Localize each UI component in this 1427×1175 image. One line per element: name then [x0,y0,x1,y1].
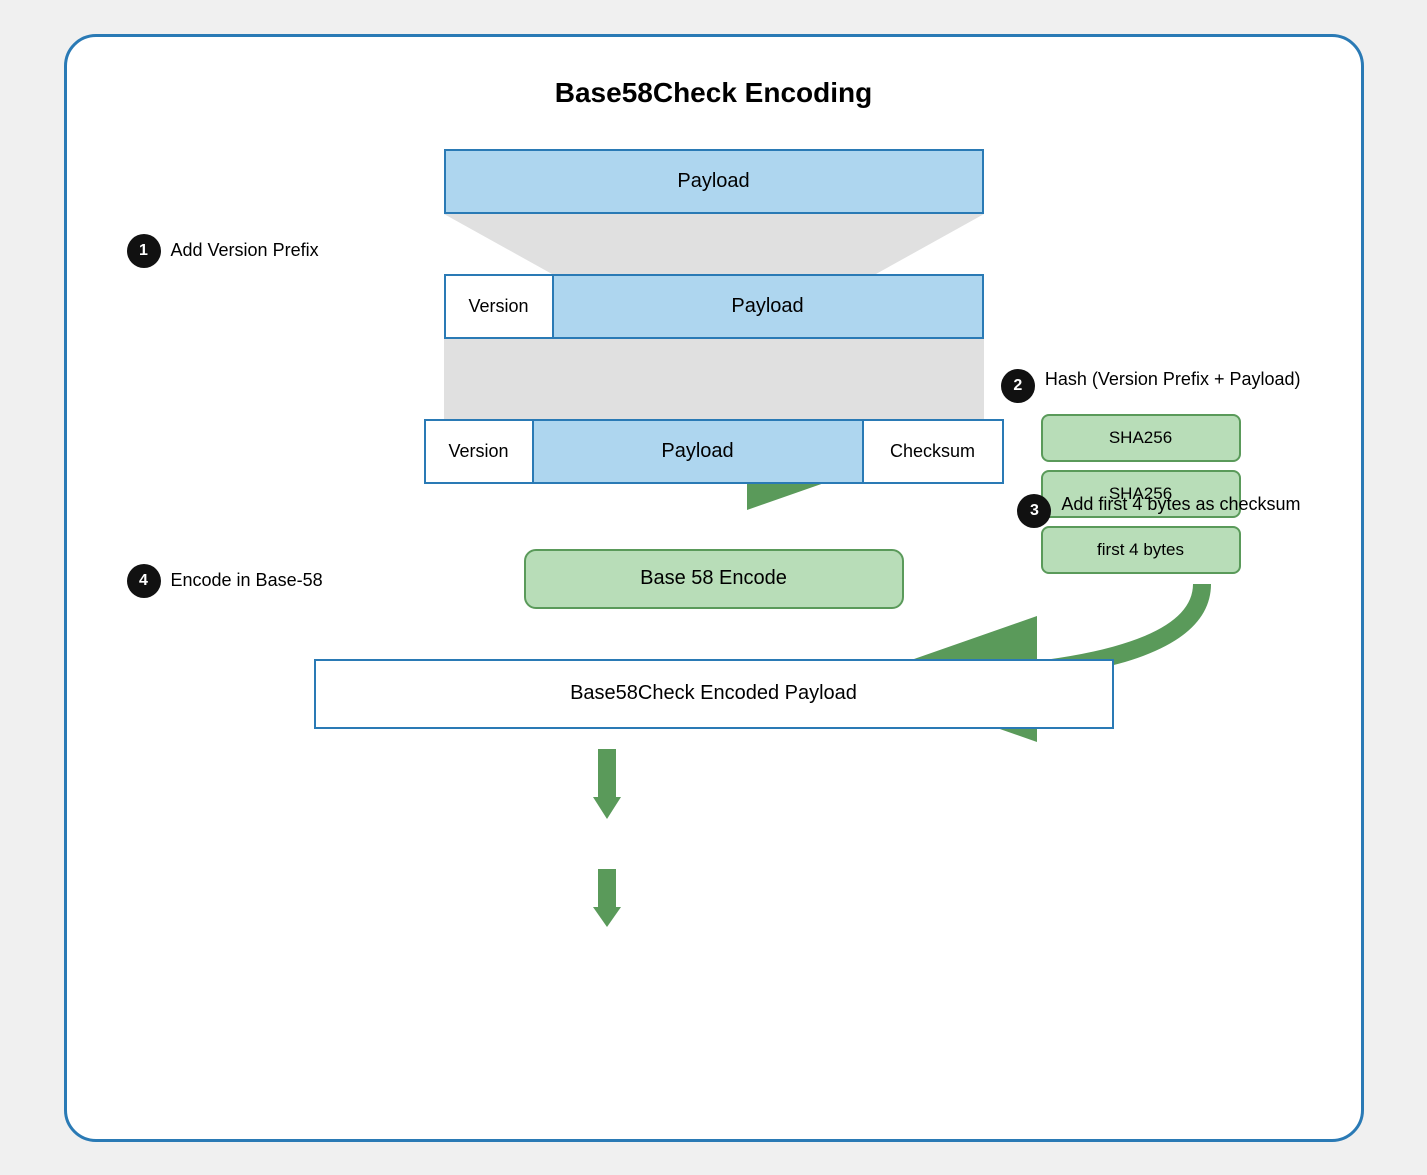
step-3-label: 3 Add first 4 bytes as checksum [1017,494,1300,528]
payload-box-2: Payload [534,419,864,484]
step-2-text: Hash (Version Prefix + Payload) [1045,369,1301,390]
step-1-label: 1 Add Version Prefix [127,234,319,268]
payload-top-wrapper: Payload [444,149,984,214]
first4bytes-box: first 4 bytes [1041,526,1241,574]
trapezoid-connector [444,214,984,279]
step-1-circle: 1 [127,234,161,268]
step-4-circle: 4 [127,564,161,598]
step-3-text: Add first 4 bytes as checksum [1061,494,1300,515]
main-layout: Payload 1 Add Version Prefix Version Pay… [127,149,1301,1089]
step-4-label: 4 Encode in Base-58 [127,564,323,598]
vpc-row: Version Payload Checksum [424,419,1004,484]
checksum-box: Checksum [864,419,1004,484]
step-2-label: 2 Hash (Version Prefix + Payload) [1001,369,1301,403]
payload-mid-box: Payload [554,274,984,339]
step-4-text: Encode in Base-58 [171,570,323,591]
base58-encode-box: Base 58 Encode [524,549,904,609]
vert-spacer [712,484,716,544]
diagram-title: Base58Check Encoding [127,77,1301,109]
final-output-box: Base58Check Encoded Payload [314,659,1114,729]
base58-encode-wrapper: Base 58 Encode [524,549,904,609]
version-box-1: Version [444,274,554,339]
diagram-container: Base58Check Encoding [64,34,1364,1142]
payload-top-box: Payload [444,149,984,214]
version-box-2: Version [424,419,534,484]
gray-spacer [444,339,984,419]
step-3-circle: 3 [1017,494,1051,528]
version-payload-row: Version Payload [444,274,984,339]
step-2-circle: 2 [1001,369,1035,403]
step-1-text: Add Version Prefix [171,240,319,261]
final-box-wrapper: Base58Check Encoded Payload [314,659,1114,729]
sha256-box-1: SHA256 [1041,414,1241,462]
